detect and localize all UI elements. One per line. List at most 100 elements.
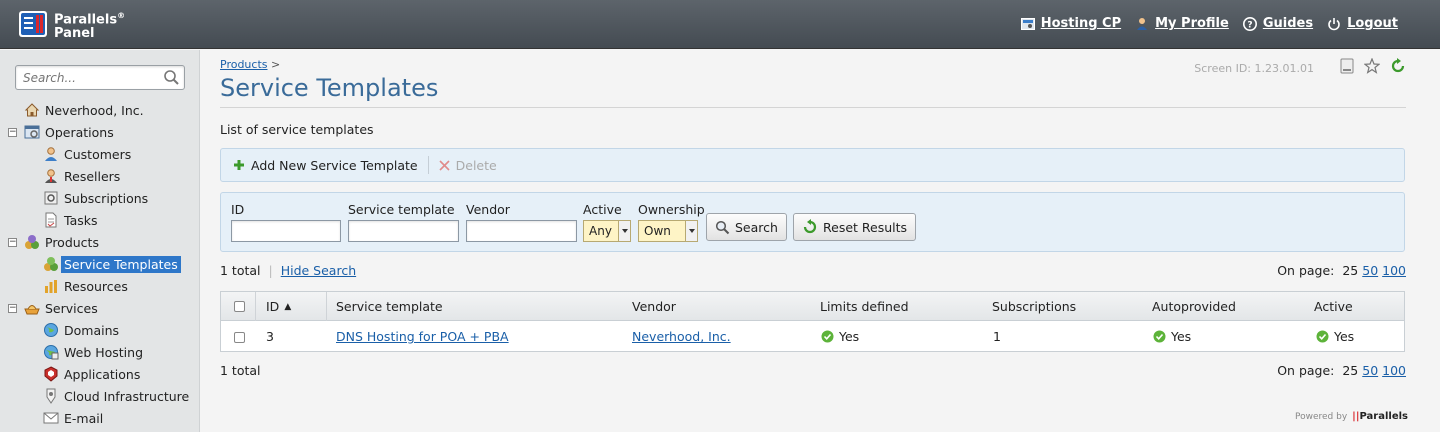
services-icon [24,305,40,315]
collapse-products-icon[interactable]: − [8,238,17,247]
sidebar-item-service-templates[interactable]: Service Templates [43,254,181,274]
id-filter-label: ID [231,202,245,217]
hide-search-link[interactable]: Hide Search [281,263,356,278]
toolbar-separator [427,156,429,174]
on-page-label: On page: [1277,363,1335,378]
collapse-operations-icon[interactable]: − [8,128,17,137]
page-size-selector-top: On page: 25 50 100 [1273,263,1406,278]
vendor-link[interactable]: Neverhood, Inc. [632,329,731,344]
column-header-limits-defined[interactable]: Limits defined [820,299,909,314]
sidebar-item-label: Operations [45,124,114,140]
email-icon [43,412,59,424]
reset-results-button[interactable]: Reset Results [793,213,917,241]
powered-by-brand[interactable]: ||Parallels [1352,411,1408,422]
cell-active: Yes [1316,329,1354,344]
list-summary-bottom: 1 total [220,363,261,378]
active-filter-select[interactable]: Any [583,220,631,242]
page-size-100-link[interactable]: 100 [1382,263,1406,278]
column-header-subscriptions[interactable]: Subscriptions [992,299,1076,314]
cell-subscriptions: 1 [993,329,1001,344]
parallels-logo[interactable]: Parallels® Panel [18,9,125,41]
ownership-filter-select[interactable]: Own [638,220,698,242]
search-icon[interactable] [163,69,180,86]
column-header-service-template[interactable]: Service template [336,299,443,314]
sidebar-item-services[interactable]: Services [24,298,98,318]
sidebar-item-subscriptions[interactable]: Subscriptions [43,188,148,208]
logout-link[interactable]: Logout [1327,16,1398,31]
hosting-cp-link[interactable]: Hosting CP [1020,16,1121,31]
sidebar: Neverhood, Inc. − Operations Customers R… [0,50,200,432]
sidebar-item-label: Products [45,234,99,250]
sidebar-item-web-hosting[interactable]: Web Hosting [43,342,143,362]
hosting-cp-icon [1020,17,1035,30]
sidebar-item-label: Cloud Infrastructure [64,388,190,404]
active-filter-label: Active [583,202,622,217]
search-icon [715,220,730,234]
column-header-id[interactable]: ID ▲ [266,299,291,314]
guides-link[interactable]: ? Guides [1242,16,1314,31]
my-profile-link[interactable]: My Profile [1135,16,1229,31]
sidebar-item-label: Neverhood, Inc. [45,102,144,118]
page-size-50-link[interactable]: 50 [1362,363,1378,378]
breadcrumb: Products > [220,58,280,71]
svg-text:?: ? [1247,20,1252,30]
vendor-filter-input[interactable] [466,220,577,242]
guides-label: Guides [1262,16,1314,31]
row-checkbox[interactable] [234,332,245,343]
screen-id: Screen ID: 1.23.01.01 [1194,62,1314,75]
sidebar-item-neverhood[interactable]: Neverhood, Inc. [24,100,144,120]
id-filter-input[interactable] [231,220,341,242]
search-button[interactable]: Search [706,213,787,241]
sidebar-item-operations[interactable]: Operations [24,122,114,142]
collapse-services-icon[interactable]: − [8,304,17,313]
sidebar-item-domains[interactable]: Domains [43,320,119,340]
service-template-link[interactable]: DNS Hosting for POA + PBA [336,329,509,344]
sidebar-item-label: E-mail [64,410,104,426]
products-icon [25,235,39,249]
sidebar-search [15,65,185,90]
template-filter-input[interactable] [348,220,459,242]
cell-autoprovided: Yes [1153,329,1191,344]
sidebar-item-products[interactable]: Products [24,232,99,252]
sidebar-item-tasks[interactable]: Tasks [43,210,98,230]
sidebar-item-resellers[interactable]: Resellers [43,166,120,186]
page-size-current: 25 [1342,263,1359,278]
page-size-100-link[interactable]: 100 [1382,363,1406,378]
tasks-icon [45,212,57,228]
column-separator [326,292,327,321]
page-size-50-link[interactable]: 50 [1362,263,1378,278]
breadcrumb-products-link[interactable]: Products [220,58,268,71]
select-all-checkbox[interactable] [234,301,245,312]
help-icon: ? [1242,16,1257,31]
sidebar-item-label: Domains [64,322,120,338]
sidebar-item-cloud-infrastructure[interactable]: Cloud Infrastructure [43,386,189,406]
page-actions [1340,58,1406,74]
page-description: List of service templates [220,122,374,137]
top-bar: Parallels® Panel Hosting CP My Profile ?… [0,0,1440,49]
active-value: Yes [1334,329,1355,344]
column-header-autoprovided[interactable]: Autoprovided [1152,299,1236,314]
refresh-icon[interactable] [1390,58,1406,74]
main-content: Products > Service Templates Screen ID: … [220,50,1406,432]
sidebar-item-customers[interactable]: Customers [43,144,131,164]
cloud-icon [46,388,56,404]
sidebar-item-applications[interactable]: Applications [43,364,140,384]
column-header-vendor[interactable]: Vendor [632,299,676,314]
add-service-template-button[interactable]: Add New Service Template [233,158,418,173]
top-navigation: Hosting CP My Profile ? Guides Logout [1007,16,1398,31]
limits-value: Yes [839,329,860,344]
sidebar-search-input[interactable] [16,66,154,89]
check-icon [821,330,834,343]
globe-icon [44,323,58,337]
service-templates-icon [44,257,58,271]
delete-button[interactable]: Delete [439,158,497,173]
document-icon[interactable] [1340,58,1354,74]
brand-product: Panel [54,26,95,42]
operations-icon [24,125,40,139]
column-header-active[interactable]: Active [1314,299,1353,314]
star-icon[interactable] [1364,58,1380,74]
sidebar-item-email[interactable]: E-mail [43,408,103,428]
sidebar-item-label: Subscriptions [64,190,149,206]
sidebar-item-resources[interactable]: Resources [43,276,128,296]
add-service-template-label: Add New Service Template [251,157,418,173]
